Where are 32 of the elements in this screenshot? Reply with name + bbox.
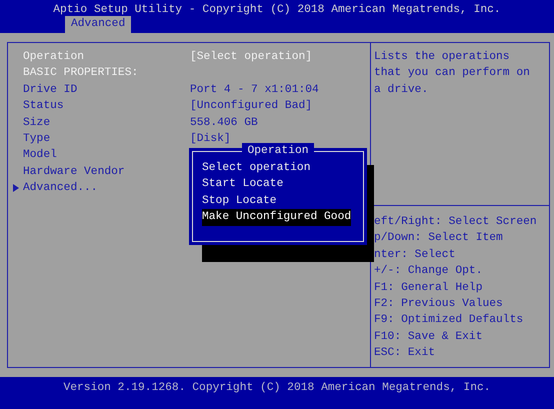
key-hint: F10: Save & Exit <box>374 330 484 345</box>
help-text: Lists the operations that you can perform on a drive. <box>374 50 531 98</box>
key-hint: nter: Select <box>374 248 456 263</box>
popup-option[interactable]: Make Unconfigured Good <box>202 209 352 226</box>
setting-value: [Unconfigured Bad] <box>190 98 312 114</box>
popup-option[interactable]: Stop Locate <box>202 192 277 210</box>
key-hint: p/Down: Select Item <box>374 230 504 246</box>
setting-value: [Select operation] <box>190 50 312 65</box>
key-hint: eft/Right: Select Screen <box>374 214 538 230</box>
footer-text: Version 2.19.1268. Copyright (C) 2018 American Megatrends, Inc. <box>63 380 491 396</box>
key-hint: F1: General Help <box>374 280 484 296</box>
window-title: Aptio Setup Utility - Copyright (C) 2018 American Megatrends, Inc. <box>53 2 501 18</box>
key-hint: F9: Optimized Defaults <box>374 312 524 328</box>
setting-label[interactable]: Hardware Vendor <box>23 164 190 180</box>
setting-value: [Disk] <box>190 132 231 148</box>
setting-label[interactable]: Advanced... <box>23 180 190 197</box>
key-hint: ESC: Exit <box>374 346 436 362</box>
setting-label[interactable]: Model <box>23 147 190 164</box>
key-hint: F2: Previous Values <box>374 296 504 312</box>
popup-option[interactable]: Select operation <box>202 160 310 176</box>
setting-label[interactable]: Status <box>23 98 190 115</box>
setting-label[interactable]: Operation <box>23 49 190 66</box>
setting-value: Port 4 - 7 x1:01:04 <box>190 82 319 98</box>
key-hint: +/-: Change Opt. <box>374 264 484 280</box>
setting-value: 558.406 GB <box>190 116 258 131</box>
setting-label[interactable]: Type <box>23 131 190 148</box>
triangle-icon <box>12 184 18 192</box>
setting-label[interactable]: Drive ID <box>23 82 190 98</box>
section-header: BASIC PROPERTIES: <box>23 66 140 82</box>
setting-label[interactable]: Size <box>23 114 190 132</box>
tab[interactable]: Advanced <box>65 16 132 33</box>
popup-option[interactable]: Start Locate <box>202 176 284 193</box>
